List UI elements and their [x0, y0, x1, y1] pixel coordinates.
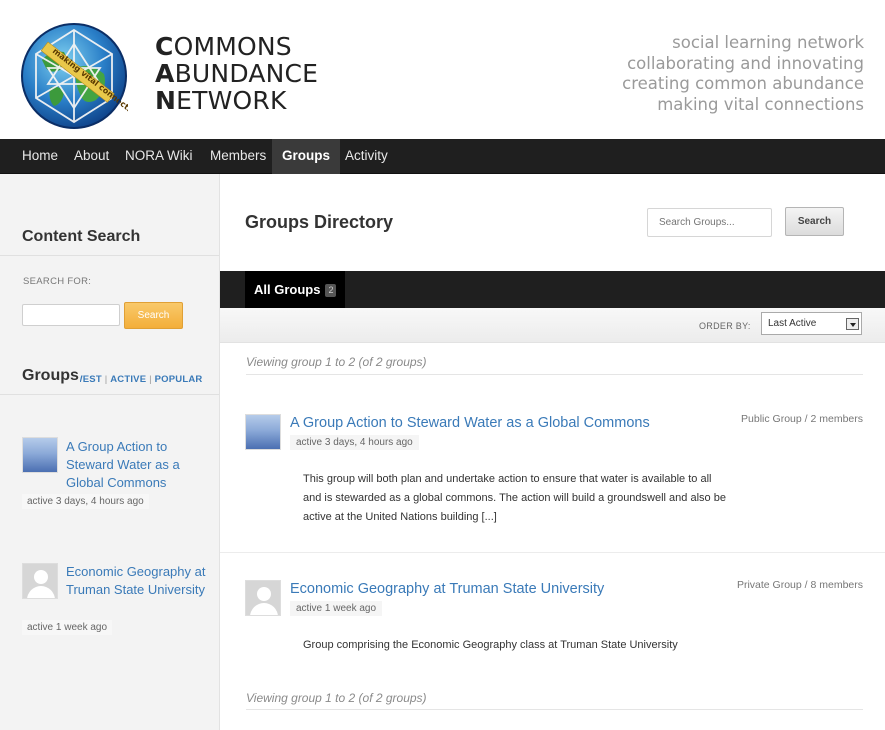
nav-item-members[interactable]: Members: [200, 139, 276, 174]
tab-label: All Groups: [254, 282, 321, 297]
group-avatar[interactable]: [22, 437, 58, 473]
group-avatar[interactable]: [22, 563, 58, 599]
divider: [0, 394, 219, 395]
tagline-line: collaborating and innovating: [627, 53, 864, 73]
filter-popular[interactable]: POPULAR: [155, 374, 203, 385]
divider: [220, 552, 885, 553]
main-content: Groups Directory Search All Groups 2 ORDE…: [220, 174, 885, 730]
group-description: Group comprising the Economic Geography …: [303, 639, 678, 651]
page-title: Groups Directory: [245, 212, 394, 232]
tab-bar: All Groups 2: [220, 271, 885, 308]
pagination-count: Viewing group 1 to 2 (of 2 groups): [246, 691, 427, 705]
divider: [0, 255, 219, 256]
logo-globe-icon[interactable]: making vital connections: [20, 22, 146, 130]
group-title-link[interactable]: Economic Geography at Truman State Unive…: [290, 581, 604, 597]
content-search-button[interactable]: Search: [124, 302, 183, 329]
order-by-select[interactable]: Last Active: [761, 312, 862, 335]
sidebar-group-link[interactable]: Economic Geography at Truman State Unive…: [66, 563, 206, 599]
logo-line-2: ABUNDANCE: [155, 59, 319, 88]
group-type: Public Group / 2 members: [741, 413, 863, 425]
sidebar-group-link[interactable]: A Group Action to Steward Water as a Glo…: [66, 438, 206, 492]
nav-item-home[interactable]: Home: [12, 139, 68, 174]
group-title-link[interactable]: A Group Action to Steward Water as a Glo…: [290, 415, 650, 431]
group-type: Private Group / 8 members: [736, 579, 863, 591]
tab-all-groups[interactable]: All Groups 2: [245, 271, 346, 308]
nav-item-about[interactable]: About: [64, 139, 119, 174]
content-search-input[interactable]: [22, 304, 120, 326]
nav-item-groups[interactable]: Groups: [272, 139, 341, 174]
groups-search-button[interactable]: Search: [785, 207, 844, 236]
order-by-label: ORDER BY:: [699, 321, 751, 331]
main-nav: Home About NORA Wiki Members Groups Acti…: [0, 139, 885, 174]
order-bar: ORDER BY: Last Active: [220, 308, 885, 343]
logo-line-1: COMMONS: [155, 32, 292, 61]
divider: [246, 374, 863, 375]
nav-item-nora-wiki[interactable]: NORA Wiki: [115, 139, 203, 174]
tab-count-badge: 2: [325, 284, 337, 297]
site-header: making vital connections COMMONS ABUNDAN…: [0, 0, 885, 139]
group-description: This group will both plan and undertake …: [303, 473, 726, 523]
search-for-label: SEARCH FOR:: [23, 276, 92, 287]
group-last-active: active 3 days, 4 hours ago: [290, 435, 419, 450]
order-by-value: Last Active: [768, 318, 817, 329]
nav-item-activity[interactable]: Activity: [335, 139, 398, 174]
divider: [246, 709, 863, 710]
content-search-title: Content Search: [22, 228, 141, 245]
sidebar-group-meta: active 1 week ago: [22, 620, 113, 635]
tagline-line: creating common abundance: [622, 74, 864, 93]
group-avatar[interactable]: [245, 414, 281, 450]
chevron-down-icon: [846, 318, 859, 330]
pagination-count: Viewing group 1 to 2 (of 2 groups): [246, 355, 427, 369]
groups-filter: NEWEST | ACTIVE | POPULAR: [60, 374, 203, 385]
groups-search-input[interactable]: [647, 208, 772, 237]
tagline-line: making vital connections: [657, 94, 864, 114]
site-tagline: social learning network collaborating an…: [622, 33, 864, 115]
filter-active[interactable]: ACTIVE: [110, 374, 146, 385]
sidebar-group-meta: active 3 days, 4 hours ago: [22, 494, 149, 509]
group-last-active: active 1 week ago: [290, 601, 383, 616]
group-avatar[interactable]: [245, 580, 281, 616]
site-logo-text[interactable]: COMMONS ABUNDANCE NETWORK: [155, 33, 318, 114]
tagline-line: social learning network: [672, 33, 864, 52]
sidebar: Content Search SEARCH FOR: Search NEWEST…: [0, 174, 220, 730]
groups-widget-title: Groups: [22, 367, 80, 385]
logo-line-3: NETWORK: [155, 86, 287, 115]
